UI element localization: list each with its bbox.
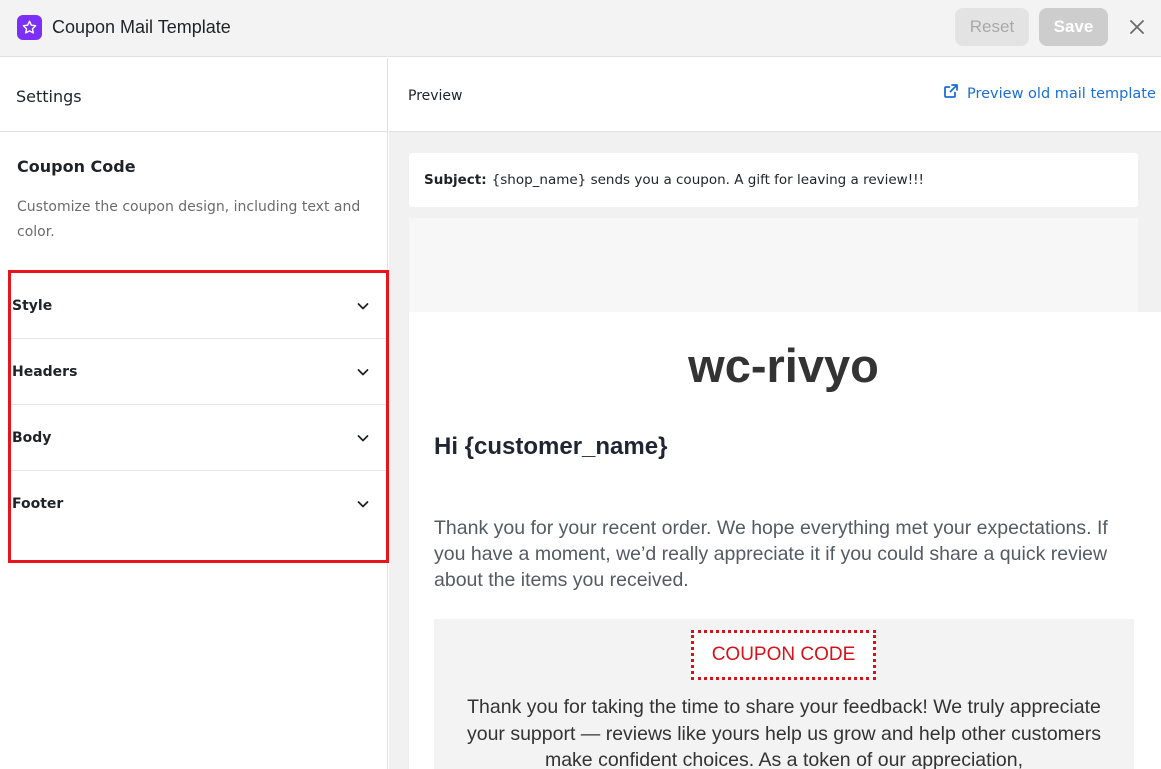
settings-title: Settings: [16, 87, 82, 106]
close-icon[interactable]: [1126, 16, 1148, 38]
external-link-icon: [943, 83, 959, 104]
chevron-down-icon: [356, 299, 370, 313]
subject-label: Subject:: [424, 172, 487, 188]
email-header-area: [409, 218, 1138, 318]
accordion-label: Style: [12, 297, 53, 314]
settings-accordion: Style Headers Body Footer: [8, 270, 389, 563]
section-description: Customize the coupon design, including t…: [17, 199, 361, 240]
accordion-item-headers[interactable]: Headers: [11, 339, 386, 405]
coupon-code: COUPON CODE: [691, 630, 876, 680]
email-shop-name: wc-rivyo: [688, 339, 879, 392]
coupon-message: Thank you for taking the time to share y…: [466, 696, 1102, 769]
preview-panel: Preview Preview old mail template Subjec…: [389, 58, 1161, 769]
accordion-label: Headers: [12, 363, 78, 380]
subject-card: Subject: {shop_name} sends you a coupon.…: [409, 153, 1138, 207]
email-body: wc-rivyo Hi {customer_name} Thank you fo…: [409, 312, 1161, 769]
coupon-section: COUPON CODE Thank you for taking the tim…: [434, 619, 1134, 769]
preview-old-template-link[interactable]: Preview old mail template: [943, 83, 1156, 104]
save-button[interactable]: Save: [1039, 8, 1108, 46]
accordion-item-body[interactable]: Body: [11, 405, 386, 471]
preview-header: Preview Preview old mail template: [389, 58, 1161, 132]
chevron-down-icon: [356, 365, 370, 379]
top-bar: Coupon Mail Template Reset Save: [0, 0, 1161, 57]
accordion-label: Body: [12, 429, 52, 446]
settings-header: Settings: [0, 58, 388, 132]
email-greeting: Hi {customer_name}: [434, 433, 668, 460]
accordion-label: Footer: [12, 496, 64, 512]
chevron-down-icon: [356, 431, 370, 445]
preview-old-template-label: Preview old mail template: [967, 85, 1156, 102]
window-title: Coupon Mail Template: [52, 17, 231, 37]
star-logo-icon: [17, 15, 42, 40]
settings-panel: Settings Coupon Code Customize the coupo…: [0, 58, 389, 769]
subject-text: {shop_name} sends you a coupon. A gift f…: [491, 172, 924, 188]
accordion-item-style[interactable]: Style: [11, 273, 386, 339]
accordion-item-footer[interactable]: Footer: [11, 471, 386, 537]
section-title: Coupon Code: [17, 157, 136, 176]
reset-button[interactable]: Reset: [955, 8, 1029, 46]
email-intro: Thank you for your recent order. We hope…: [434, 517, 1108, 591]
chevron-down-icon: [356, 497, 370, 511]
preview-title: Preview: [408, 88, 463, 104]
